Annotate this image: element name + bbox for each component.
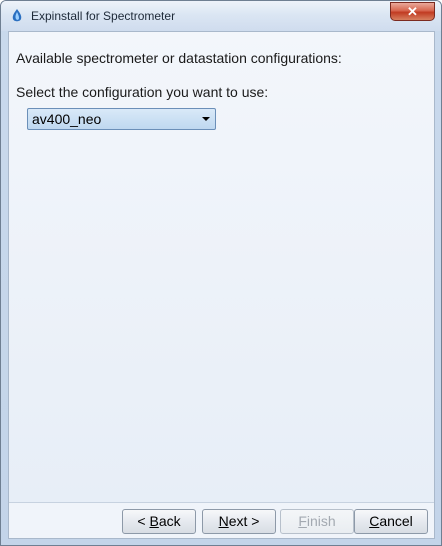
title-bar[interactable]: Expinstall for Spectrometer ✕ <box>1 1 441 31</box>
button-bar-separator <box>9 502 434 503</box>
close-icon: ✕ <box>407 4 418 19</box>
next-button[interactable]: Next > <box>202 509 276 534</box>
dialog-client-area: Available spectrometer or datastation co… <box>8 31 435 539</box>
content-pane: Available spectrometer or datastation co… <box>9 32 434 502</box>
back-button[interactable]: < Back <box>122 509 196 534</box>
dialog-window: Expinstall for Spectrometer ✕ Available … <box>0 0 442 546</box>
configuration-selected-value: av400_neo <box>32 111 102 127</box>
select-configuration-label: Select the configuration you want to use… <box>16 84 269 100</box>
available-configurations-heading: Available spectrometer or datastation co… <box>16 50 342 66</box>
chevron-down-icon <box>202 117 210 121</box>
configuration-dropdown[interactable]: av400_neo <box>27 108 216 130</box>
spectrometer-app-icon <box>9 8 25 24</box>
finish-button: Finish <box>280 509 354 534</box>
cancel-button[interactable]: Cancel <box>354 509 428 534</box>
close-button[interactable]: ✕ <box>390 2 435 21</box>
window-title: Expinstall for Spectrometer <box>31 9 176 23</box>
